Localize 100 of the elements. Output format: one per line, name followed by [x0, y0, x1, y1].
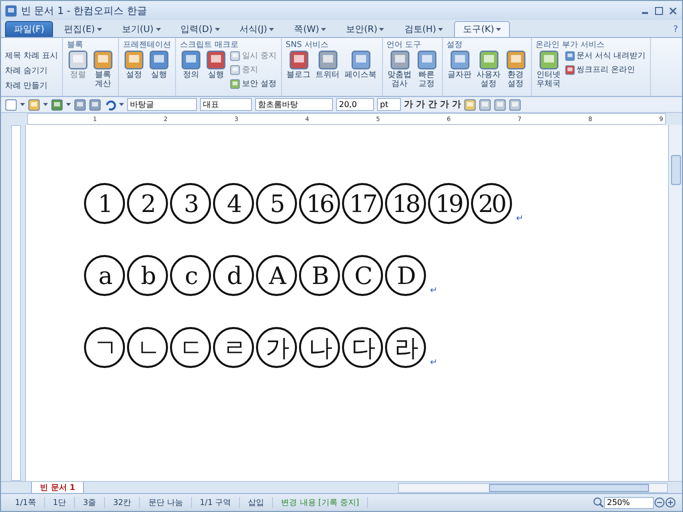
caret-icon [214, 28, 220, 32]
group-title: 스크립트 매크로 [180, 39, 240, 49]
help-button[interactable]: ? [673, 25, 678, 37]
circled-character: 2 [127, 183, 168, 224]
circled-character: 다 [342, 327, 383, 368]
ribbon-button[interactable]: 트위터 [314, 49, 341, 80]
ribbon-button[interactable]: 블록 계산 [92, 49, 114, 89]
status-item: 1/1쪽 [7, 497, 45, 508]
zoom-in-icon[interactable] [665, 497, 676, 508]
ribbon-button[interactable]: 환경 설정 [504, 49, 527, 89]
status-item: 1단 [44, 497, 75, 508]
tool-icon [206, 50, 226, 70]
circled-character: 나 [299, 327, 340, 368]
status-item: 변경 내용 [기록 중지] [273, 497, 368, 508]
tool-icon [506, 50, 526, 70]
unit-select[interactable]: pt [377, 98, 401, 111]
ribbon-button[interactable]: 빠른 교정 [416, 49, 438, 89]
tool-icon [230, 64, 240, 74]
format-button[interactable]: 가 [416, 98, 425, 111]
format-button[interactable]: 가 [404, 98, 413, 111]
caret-icon [66, 102, 71, 106]
tool-icon [93, 50, 114, 70]
language-select[interactable]: 대표 [200, 98, 252, 111]
menu-tab[interactable]: 서식(J) [230, 21, 284, 37]
circled-character: ㄴ [127, 327, 168, 368]
menu-tab[interactable]: 쪽(W) [285, 21, 336, 37]
ribbon-button[interactable]: 사용자 설정 [476, 49, 502, 89]
menu-tab[interactable]: 보기(U) [112, 21, 170, 37]
caret-icon [20, 102, 25, 106]
circled-character: 20 [471, 183, 512, 224]
circled-character: ㄱ [84, 327, 125, 368]
format-button[interactable]: 가 [452, 98, 461, 111]
group-title: 프레젠테이션 [123, 39, 172, 49]
tool-icon [181, 50, 202, 70]
caret-icon [96, 28, 102, 32]
ribbon-button[interactable]: 씽크프리 온라인 [564, 63, 646, 76]
ribbon-button[interactable]: 글자판 [446, 49, 473, 80]
circled-character: 3 [170, 183, 211, 224]
document-tab[interactable]: 빈 문서 1 [31, 482, 84, 494]
close-icon[interactable] [668, 6, 678, 16]
style-select[interactable]: 바탕글 [127, 98, 197, 111]
tool-icon [318, 50, 338, 70]
circled-character: ㄷ [170, 327, 211, 368]
font-select[interactable]: 함초롬바탕 [255, 98, 333, 111]
tool-icon [230, 50, 240, 60]
font-size-field[interactable]: 20,0 [336, 98, 374, 111]
group-title: 블록 [67, 39, 84, 49]
circled-character: C [342, 255, 383, 296]
tool-icon [450, 50, 470, 70]
tool-icon [416, 50, 437, 70]
caret-icon [43, 102, 48, 106]
horizontal-scrollbar[interactable] [398, 482, 668, 492]
ribbon-button[interactable]: 인터넷 우체국 [536, 49, 562, 89]
circled-character: c [170, 255, 211, 296]
tool-icon [288, 50, 309, 70]
circled-character: 17 [342, 183, 383, 224]
circled-character: B [299, 255, 340, 296]
circled-character: D [385, 255, 426, 296]
menu-tab[interactable]: 보안(R) [337, 21, 394, 37]
ribbon-button[interactable]: 정의 [180, 49, 202, 80]
menu-tab[interactable]: 편집(E) [55, 21, 111, 37]
circled-character: 16 [299, 183, 340, 224]
menu-tab[interactable]: 파일(F) [5, 21, 54, 37]
caret-icon [119, 102, 124, 106]
ribbon-button[interactable]: 맞춤법 검사 [386, 49, 413, 89]
ribbon-button[interactable]: 보안 설정 [230, 77, 277, 90]
menu-item[interactable]: 제목 차례 표시 [5, 49, 58, 63]
circled-character: 18 [385, 183, 426, 224]
menu-item[interactable]: 차례 만들기 [5, 79, 58, 93]
vertical-scrollbar[interactable] [668, 125, 682, 481]
ribbon-button[interactable]: 블로그 [286, 49, 312, 80]
group-title: SNS 서비스 [286, 39, 330, 49]
menu-tab[interactable]: 도구(K) [454, 21, 510, 37]
format-button[interactable]: 간 [428, 98, 437, 111]
tool-icon [564, 50, 575, 60]
maximize-icon[interactable] [654, 6, 664, 16]
paragraph-mark: ↵ [430, 358, 438, 368]
circled-character: 가 [256, 327, 297, 368]
ribbon-button[interactable]: 페이스북 [344, 49, 378, 80]
caret-icon [156, 28, 161, 32]
ribbon-button[interactable]: 문서 서식 내려받기 [564, 49, 646, 62]
ribbon-button[interactable]: 설정 [123, 49, 146, 80]
zoom-out-icon[interactable] [654, 497, 665, 508]
paragraph-mark: ↵ [430, 286, 438, 296]
ribbon-button[interactable]: 실행 [205, 49, 228, 80]
circled-character: 19 [428, 183, 469, 224]
status-item: 삽입 [240, 497, 274, 508]
document-icon [5, 4, 17, 16]
tool-icon [390, 50, 410, 70]
menu-item[interactable]: 차례 숨기기 [5, 64, 58, 78]
format-button[interactable]: 가 [440, 98, 449, 111]
caret-icon [496, 28, 502, 32]
tool-icon [478, 50, 499, 70]
tool-icon [149, 50, 170, 70]
menu-tab[interactable]: 입력(D) [172, 21, 228, 37]
ribbon-button[interactable]: 실행 [148, 49, 170, 80]
circled-character: 5 [256, 183, 297, 224]
zoom-field[interactable]: 250% [604, 496, 654, 508]
menu-tab[interactable]: 검토(H) [395, 21, 452, 37]
search-icon[interactable] [593, 497, 604, 508]
